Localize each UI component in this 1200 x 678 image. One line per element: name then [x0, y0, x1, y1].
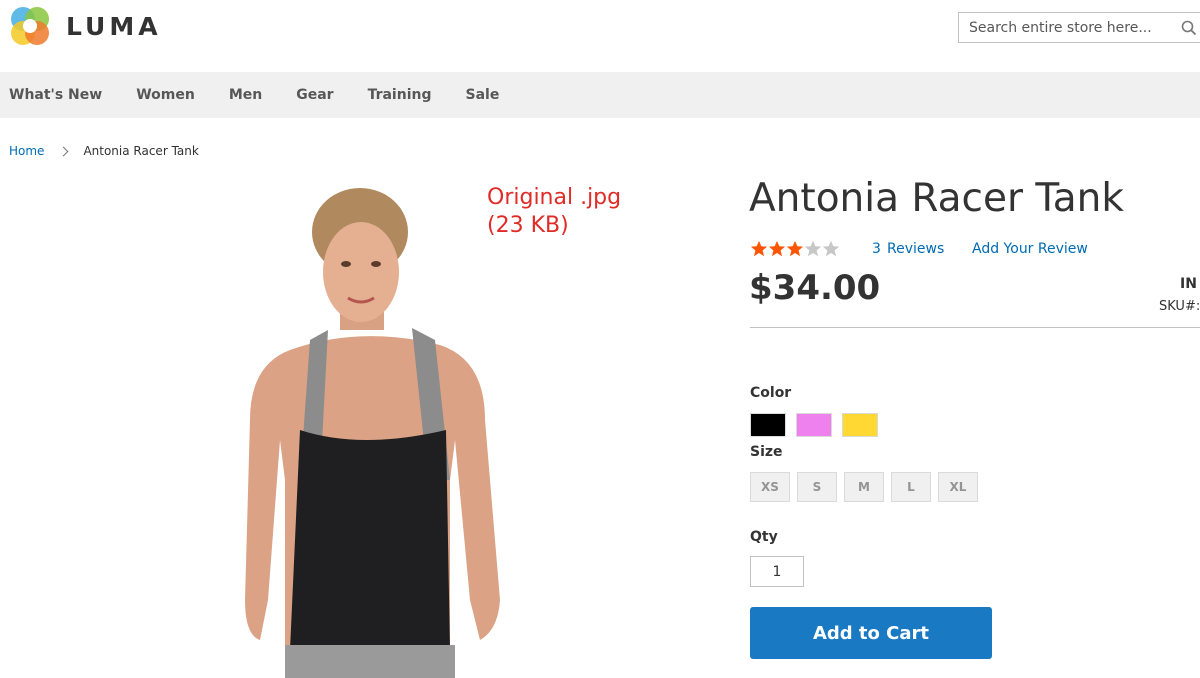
color-swatch-yellow[interactable]: [842, 413, 878, 437]
main-navigation: What's New Women Men Gear Training Sale: [0, 72, 1200, 118]
nav-item-sale[interactable]: Sale: [465, 87, 499, 103]
color-swatch-black[interactable]: [750, 413, 786, 437]
chevron-right-icon: [58, 146, 69, 156]
size-label: Size: [750, 444, 783, 460]
stock-status: IN: [1180, 276, 1197, 292]
star-icon: [804, 240, 822, 257]
color-swatch-pink[interactable]: [796, 413, 832, 437]
breadcrumb-current: Antonia Racer Tank: [83, 144, 199, 158]
qty-input[interactable]: [750, 556, 804, 587]
size-option-xl[interactable]: XL: [938, 472, 978, 502]
nav-item-training[interactable]: Training: [368, 87, 432, 103]
image-annotation: Original .jpg (23 KB): [487, 185, 622, 238]
add-to-cart-button[interactable]: Add to Cart: [750, 607, 992, 659]
divider: [750, 327, 1200, 328]
nav-item-gear[interactable]: Gear: [296, 87, 333, 103]
size-option-xs[interactable]: XS: [750, 472, 790, 502]
nav-item-whats-new[interactable]: What's New: [9, 87, 102, 103]
star-icon: [786, 240, 804, 257]
product-image[interactable]: [150, 180, 650, 678]
add-review-link[interactable]: Add Your Review: [972, 241, 1088, 257]
breadcrumb: Home Antonia Racer Tank: [9, 144, 199, 158]
product-title: Antonia Racer Tank: [749, 176, 1124, 221]
star-icon: [750, 240, 768, 257]
search-icon[interactable]: [1181, 20, 1197, 36]
product-price: $34.00: [749, 268, 881, 308]
rating-stars: [750, 240, 840, 258]
nav-item-women[interactable]: Women: [136, 87, 195, 103]
color-label: Color: [750, 385, 792, 401]
star-icon: [768, 240, 786, 257]
reviews-count-link[interactable]: 3: [872, 241, 881, 257]
logo-text: LUMA: [66, 11, 162, 41]
search-box: [958, 12, 1200, 43]
star-icon: [822, 240, 840, 257]
sku-label: SKU#:: [1159, 299, 1200, 314]
size-option-s[interactable]: S: [797, 472, 837, 502]
search-input[interactable]: [959, 13, 1184, 42]
size-option-l[interactable]: L: [891, 472, 931, 502]
reviews-link[interactable]: Reviews: [887, 241, 944, 257]
breadcrumb-home-link[interactable]: Home: [9, 144, 44, 158]
store-logo[interactable]: LUMA: [8, 4, 162, 48]
site-header: LUMA: [0, 0, 1200, 72]
size-option-m[interactable]: M: [844, 472, 884, 502]
luma-logo-icon: [11, 7, 49, 45]
qty-label: Qty: [750, 529, 778, 545]
nav-item-men[interactable]: Men: [229, 87, 262, 103]
